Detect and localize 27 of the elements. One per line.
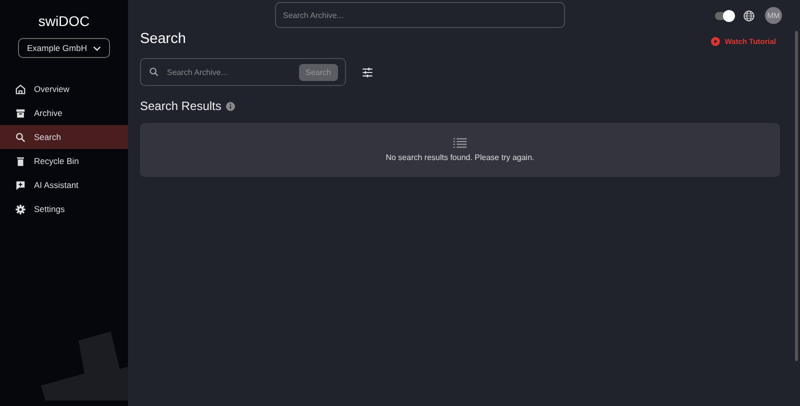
- empty-message: No search results found. Please try again.: [386, 153, 534, 162]
- nav-item[interactable]: Overview: [0, 77, 128, 101]
- chevron-icon: [93, 46, 101, 50]
- page-title: Search: [140, 31, 186, 47]
- search-icon: [15, 132, 26, 142]
- play-icon: [710, 37, 720, 46]
- gear-icon: [15, 204, 26, 214]
- home-icon: [15, 84, 26, 94]
- globe-icon[interactable]: [743, 10, 755, 22]
- chat-icon: [15, 180, 26, 190]
- archive-icon: [15, 108, 26, 118]
- nav-item[interactable]: AI Assistant: [0, 173, 128, 197]
- nav-item[interactable]: Archive: [0, 101, 128, 125]
- info-icon[interactable]: [226, 102, 236, 110]
- list-icon: [453, 138, 467, 148]
- section-title: Search Results: [140, 99, 222, 113]
- nav-item[interactable]: Settings: [0, 197, 128, 221]
- brand-logo: swiDOC: [38, 13, 90, 29]
- nav-item[interactable]: Search: [0, 125, 128, 149]
- trash-icon: [15, 156, 26, 166]
- nav-item[interactable]: Recycle Bin: [0, 149, 128, 173]
- company-dropdown[interactable]: Example GmbH: [18, 38, 110, 58]
- search-field[interactable]: Search Archive...: [275, 2, 565, 28]
- theme-toggle[interactable]: [715, 12, 733, 20]
- scrollbar[interactable]: [795, 31, 798, 361]
- filter-icon[interactable]: [362, 66, 373, 78]
- search-icon: [149, 67, 159, 77]
